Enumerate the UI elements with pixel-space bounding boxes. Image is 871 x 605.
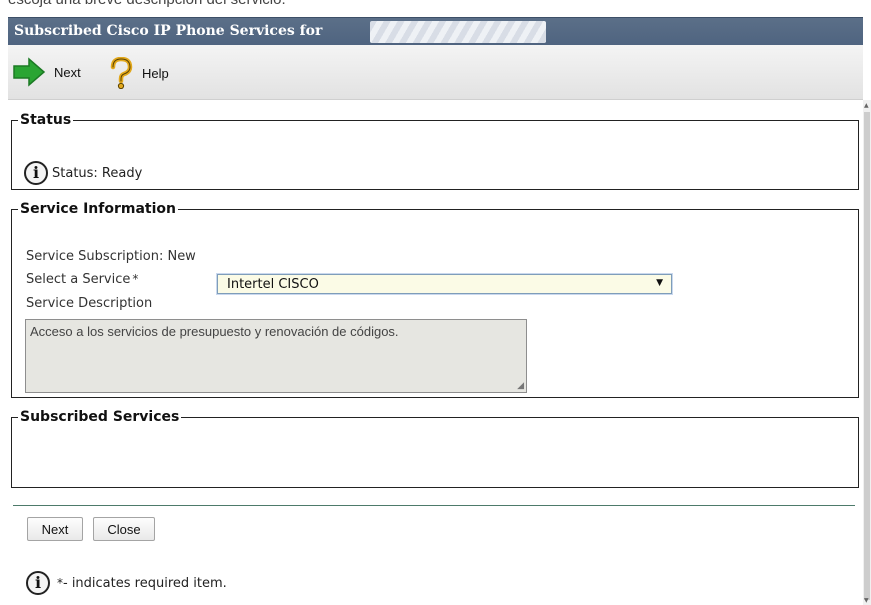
status-text: Status: Ready <box>52 165 143 181</box>
select-service-label: Select a Service * <box>26 272 138 287</box>
info-icon: i <box>24 161 48 185</box>
close-button[interactable]: Close <box>93 517 155 541</box>
required-note: i *- indicates required item. <box>26 571 227 595</box>
service-select-value: Intertel CISCO <box>227 277 319 292</box>
info-icon: i <box>26 571 50 595</box>
service-subscription-label: Service Subscription: New <box>26 249 196 264</box>
page-title: Subscribed Cisco IP Phone Services for <box>14 23 323 39</box>
service-description-label: Service Description <box>26 296 153 311</box>
page-caption: escoja una breve descripcion del servici… <box>0 0 871 8</box>
scrollbar-thumb[interactable] <box>864 112 870 600</box>
subscribed-services-section: Subscribed Services <box>11 409 859 488</box>
service-information-section: Service Information Service Subscription… <box>11 201 859 398</box>
service-select[interactable]: Intertel CISCO ▼ <box>217 274 672 294</box>
dropdown-arrow-icon[interactable]: ▼ <box>656 278 663 288</box>
divider <box>13 505 855 506</box>
required-note-text: *- indicates required item. <box>57 576 227 591</box>
vertical-scrollbar[interactable]: ▲ ▼ <box>863 100 871 605</box>
status-row: i Status: Ready <box>24 161 142 185</box>
toolbar-help-label: Help <box>142 65 169 81</box>
select-service-label-text: Select a Service <box>26 272 131 287</box>
scroll-up-icon[interactable]: ▲ <box>864 102 869 109</box>
subscribed-services-legend: Subscribed Services <box>20 409 180 425</box>
question-mark-icon <box>110 57 133 89</box>
redacted-device-name <box>370 21 546 43</box>
toolbar: Next Help <box>8 45 863 100</box>
service-information-legend: Service Information <box>20 201 176 217</box>
status-legend: Status <box>20 112 72 128</box>
next-button[interactable]: Next <box>27 517 83 541</box>
required-marker: * <box>132 272 139 286</box>
toolbar-help-button[interactable]: Help <box>108 57 169 89</box>
resize-grip-icon[interactable]: ◢ <box>517 380 524 391</box>
service-description-textarea[interactable]: Acceso a los servicios de presupuesto y … <box>25 319 527 393</box>
status-section: Status i Status: Ready <box>11 112 859 190</box>
titlebar: Subscribed Cisco IP Phone Services for <box>8 17 863 45</box>
toolbar-next-button[interactable]: Next <box>12 57 81 87</box>
service-description-text: Acceso a los servicios de presupuesto y … <box>30 324 399 339</box>
required-note-label: - indicates required item. <box>63 575 227 591</box>
green-arrow-icon <box>13 57 46 87</box>
scroll-down-icon[interactable]: ▼ <box>864 597 869 604</box>
toolbar-next-label: Next <box>54 64 81 80</box>
